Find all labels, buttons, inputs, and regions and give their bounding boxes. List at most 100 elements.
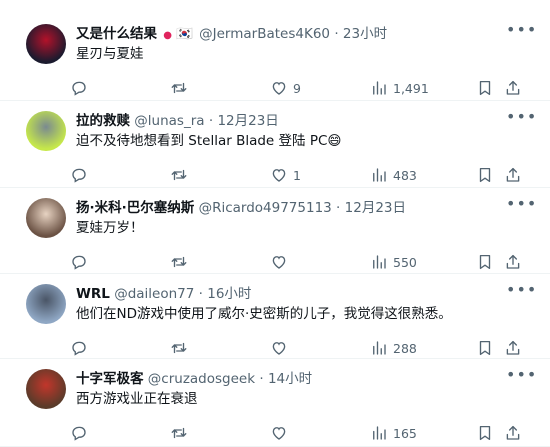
bookmark-icon — [479, 425, 491, 441]
like-button[interactable]: 9 — [270, 74, 301, 102]
separator: · — [334, 26, 339, 42]
like-button[interactable] — [270, 248, 293, 276]
like-button[interactable] — [270, 419, 293, 447]
view-count: 483 — [393, 167, 417, 183]
like-icon — [272, 82, 286, 95]
bookmark-icon — [479, 340, 491, 356]
views-icon — [373, 426, 386, 440]
tweet-header: WRL @daileon77 · 16小时 — [76, 284, 496, 304]
timestamp[interactable]: 12月23日 — [345, 200, 406, 216]
reply-button[interactable] — [70, 74, 88, 102]
avatar[interactable] — [26, 198, 66, 238]
view-count: 550 — [393, 254, 417, 270]
author-handle[interactable]: @lunas_ra — [134, 113, 204, 129]
tweet-text: 他们在ND游戏中使用了威尔·史密斯的儿子，我觉得这很熟悉。 — [76, 306, 452, 322]
bookmark-icon — [479, 80, 491, 96]
author-handle[interactable]: @daileon77 — [114, 286, 194, 302]
views-icon — [373, 81, 386, 95]
tweet[interactable]: 拉的救赎 @lunas_ra · 12月23日 ••• 迫不及待地想看到 Ste… — [0, 101, 550, 188]
share-icon — [506, 425, 520, 440]
like-button[interactable] — [270, 334, 293, 362]
view-count: 1,491 — [393, 80, 429, 96]
share-button[interactable] — [504, 248, 522, 276]
retweet-icon — [171, 342, 187, 354]
author-name[interactable]: 扬·米科·巴尔塞纳斯 — [76, 200, 194, 216]
tweet-text: 西方游戏业正在衰退 — [76, 391, 198, 407]
bookmark-button[interactable] — [476, 74, 494, 102]
reply-icon — [72, 255, 86, 270]
like-icon — [272, 342, 286, 355]
separator: · — [336, 200, 341, 216]
bookmark-button[interactable] — [476, 248, 494, 276]
like-icon — [272, 256, 286, 269]
timestamp[interactable]: 16小时 — [207, 286, 251, 302]
views-button[interactable]: 550 — [370, 248, 417, 276]
red-dot-icon: ● — [163, 30, 173, 41]
more-icon[interactable]: ••• — [506, 282, 536, 303]
retweet-button[interactable] — [170, 334, 188, 362]
share-button[interactable] — [504, 334, 522, 362]
tweet-actions: 165 — [64, 419, 534, 447]
tweet-header: 拉的救赎 @lunas_ra · 12月23日 — [76, 111, 496, 131]
author-name[interactable]: WRL — [76, 286, 110, 302]
author-handle[interactable]: @Ricardo49775113 — [199, 200, 332, 216]
retweet-button[interactable] — [170, 248, 188, 276]
tweet-text: 夏娃万岁！ — [76, 220, 144, 236]
author-name[interactable]: 又是什么结果 — [76, 26, 157, 42]
reply-button[interactable] — [70, 334, 88, 362]
views-button[interactable]: 288 — [370, 334, 417, 362]
more-icon[interactable]: ••• — [506, 22, 536, 43]
views-button[interactable]: 165 — [370, 419, 417, 447]
reply-button[interactable] — [70, 248, 88, 276]
bookmark-button[interactable] — [476, 161, 494, 189]
separator: · — [198, 286, 203, 302]
author-handle[interactable]: @JermarBates4K60 — [199, 26, 330, 42]
tweet[interactable]: 又是什么结果 ● 🇰🇷 @JermarBates4K60 · 23小时 ••• 星… — [0, 14, 550, 101]
view-count: 288 — [393, 340, 417, 356]
views-icon — [373, 255, 386, 269]
tweet-actions: 550 — [64, 248, 534, 276]
views-icon — [373, 168, 386, 182]
retweet-button[interactable] — [170, 74, 188, 102]
share-icon — [506, 340, 520, 355]
timestamp[interactable]: 12月23日 — [217, 113, 278, 129]
avatar[interactable] — [26, 24, 66, 64]
timestamp[interactable]: 14小时 — [268, 371, 312, 387]
tweet[interactable]: 十字军极客 @cruzadosgeek · 14小时 ••• 西方游戏业正在衰退… — [0, 359, 550, 447]
share-button[interactable] — [504, 161, 522, 189]
views-button[interactable]: 1,491 — [370, 74, 429, 102]
reply-button[interactable] — [70, 161, 88, 189]
share-button[interactable] — [504, 419, 522, 447]
like-button[interactable]: 1 — [270, 161, 301, 189]
like-icon — [272, 427, 286, 440]
tweet[interactable]: 扬·米科·巴尔塞纳斯 @Ricardo49775113 · 12月23日 •••… — [0, 188, 550, 274]
retweet-button[interactable] — [170, 161, 188, 189]
tweet-text: 星刃与夏娃 — [76, 46, 144, 62]
timeline-feed: 又是什么结果 ● 🇰🇷 @JermarBates4K60 · 23小时 ••• 星… — [0, 0, 550, 447]
author-name[interactable]: 十字军极客 — [76, 371, 144, 387]
bookmark-button[interactable] — [476, 419, 494, 447]
views-button[interactable]: 483 — [370, 161, 417, 189]
timestamp[interactable]: 23小时 — [343, 26, 387, 42]
tweet[interactable]: WRL @daileon77 · 16小时 ••• 他们在ND游戏中使用了威尔·… — [0, 274, 550, 359]
tweet-actions: 1 483 — [64, 161, 534, 189]
more-icon[interactable]: ••• — [506, 109, 536, 130]
separator: · — [259, 371, 264, 387]
avatar[interactable] — [26, 369, 66, 409]
share-button[interactable] — [504, 74, 522, 102]
bookmark-icon — [479, 167, 491, 183]
retweet-button[interactable] — [170, 419, 188, 447]
author-name[interactable]: 拉的救赎 — [76, 113, 130, 129]
author-handle[interactable]: @cruzadosgeek — [148, 371, 255, 387]
bookmark-icon — [479, 254, 491, 270]
bookmark-button[interactable] — [476, 334, 494, 362]
more-icon[interactable]: ••• — [506, 367, 536, 388]
more-icon[interactable]: ••• — [506, 196, 536, 217]
avatar[interactable] — [26, 284, 66, 324]
avatar[interactable] — [26, 111, 66, 151]
separator: · — [208, 113, 214, 129]
reply-icon — [72, 168, 86, 183]
reply-button[interactable] — [70, 419, 88, 447]
retweet-icon — [171, 82, 187, 94]
korea-flag-icon: 🇰🇷 — [176, 26, 193, 42]
